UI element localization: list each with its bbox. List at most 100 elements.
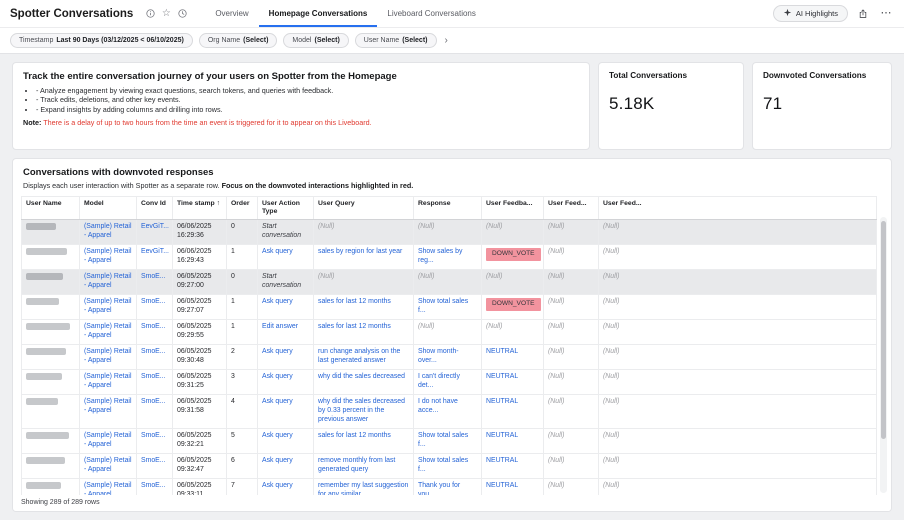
conv-id-link[interactable]: SmoE... — [141, 373, 166, 380]
tab-overview[interactable]: Overview — [205, 0, 258, 27]
table-row[interactable]: (Sample) Retail - ApparelSmoE...06/05/20… — [22, 320, 877, 345]
conv-id-link[interactable]: EevGiT... — [141, 248, 169, 255]
column-header-time-stamp[interactable]: Time stamp↑ — [173, 197, 227, 220]
user-query-link[interactable]: sales for last 12 months — [318, 432, 391, 439]
column-header-user-feedba[interactable]: User Feedba... — [482, 197, 544, 220]
null-value: (Null) — [603, 223, 619, 230]
column-header-order[interactable]: Order — [227, 197, 258, 220]
filter-chip-timestamp[interactable]: TimestampLast 90 Days (03/12/2025 < 06/1… — [10, 33, 193, 48]
share-icon-button[interactable] — [855, 6, 871, 22]
table-row[interactable]: (Sample) Retail - ApparelEevGiT...06/06/… — [22, 220, 877, 245]
column-header-user-feed[interactable]: User Feed... — [599, 197, 877, 220]
response-link[interactable]: Show total sales f... — [418, 432, 468, 448]
column-header-user-name[interactable]: User Name — [22, 197, 80, 220]
scrollbar-thumb[interactable] — [881, 221, 886, 439]
null-value: (Null) — [603, 323, 619, 330]
order-cell: 1 — [227, 320, 258, 345]
conv-id-link[interactable]: SmoE... — [141, 398, 166, 405]
user-query-link[interactable]: sales by region for last year — [318, 248, 402, 255]
table-row[interactable]: (Sample) Retail - ApparelSmoE...06/05/20… — [22, 295, 877, 320]
conv-id-link[interactable]: SmoE... — [141, 273, 166, 280]
tab-liveboard-conversations[interactable]: Liveboard Conversations — [377, 0, 486, 27]
filter-chip-user-name[interactable]: User Name(Select) — [355, 33, 437, 48]
model-link[interactable]: (Sample) Retail - Apparel — [84, 398, 131, 414]
null-value: (Null) — [548, 273, 564, 280]
table-row[interactable]: (Sample) Retail - ApparelSmoE...06/05/20… — [22, 428, 877, 453]
table-row[interactable]: (Sample) Retail - ApparelSmoE...06/05/20… — [22, 369, 877, 394]
model-link[interactable]: (Sample) Retail - Apparel — [84, 432, 131, 448]
user-feedback-2-cell: (Null) — [544, 478, 599, 495]
user-query-link[interactable]: remove monthly from last generated query — [318, 457, 395, 473]
user-query-link[interactable]: why did the sales decreased by 0.33 perc… — [318, 398, 405, 423]
user-query-link[interactable]: why did the sales decreased — [318, 373, 405, 380]
vertical-scrollbar[interactable] — [880, 217, 887, 493]
column-header-response[interactable]: Response — [414, 197, 482, 220]
downvote-badge: DOWN_VOTE — [486, 248, 541, 261]
user-feedback-cell: NEUTRAL — [482, 369, 544, 394]
model-link[interactable]: (Sample) Retail - Apparel — [84, 323, 131, 339]
model-link[interactable]: (Sample) Retail - Apparel — [84, 223, 131, 239]
table-row[interactable]: (Sample) Retail - ApparelSmoE...06/05/20… — [22, 394, 877, 428]
user-feedback-2-cell: (Null) — [544, 295, 599, 320]
user-query-link[interactable]: sales for last 12 months — [318, 298, 391, 305]
model-link[interactable]: (Sample) Retail - Apparel — [84, 273, 131, 289]
response-link[interactable]: Show month-over... — [418, 348, 459, 364]
filter-chip-model[interactable]: Model(Select) — [283, 33, 348, 48]
model-link[interactable]: (Sample) Retail - Apparel — [84, 457, 131, 473]
filter-chip-org-name[interactable]: Org Name(Select) — [199, 33, 278, 48]
conv-id-link[interactable]: SmoE... — [141, 298, 166, 305]
action-link[interactable]: Ask query — [262, 298, 293, 305]
table-row[interactable]: (Sample) Retail - ApparelEevGiT...06/06/… — [22, 245, 877, 270]
response-link[interactable]: I do not have acce... — [418, 398, 458, 414]
response-link[interactable]: Thank you for you... — [418, 482, 460, 495]
star-icon[interactable]: ☆ — [159, 7, 173, 21]
conv-id-link[interactable]: SmoE... — [141, 348, 166, 355]
conv-id-link[interactable]: SmoE... — [141, 457, 166, 464]
user-query-link[interactable]: sales for last 12 months — [318, 323, 391, 330]
column-header-user-action-type[interactable]: User Action Type — [258, 197, 314, 220]
timestamp-date: 06/05/2025 — [177, 348, 222, 357]
table-row[interactable]: (Sample) Retail - ApparelSmoE...06/05/20… — [22, 270, 877, 295]
filters-overflow-chevron[interactable]: › — [443, 36, 450, 46]
overview-card: Track the entire conversation journey of… — [12, 62, 590, 150]
conv-id-link[interactable]: SmoE... — [141, 432, 166, 439]
table-row[interactable]: (Sample) Retail - ApparelSmoE...06/05/20… — [22, 453, 877, 478]
action-link[interactable]: Ask query — [262, 398, 293, 405]
order-cell: 7 — [227, 478, 258, 495]
model-link[interactable]: (Sample) Retail - Apparel — [84, 298, 131, 314]
action-link[interactable]: Ask query — [262, 248, 293, 255]
column-header-user-query[interactable]: User Query — [314, 197, 414, 220]
response-link[interactable]: Show sales by reg... — [418, 248, 462, 264]
user-query-link[interactable]: remember my last suggestion for any simi… — [318, 482, 408, 495]
action-link[interactable]: Ask query — [262, 348, 293, 355]
column-header-model[interactable]: Model — [80, 197, 137, 220]
conv-id-link[interactable]: SmoE... — [141, 482, 166, 489]
model-link[interactable]: (Sample) Retail - Apparel — [84, 248, 131, 264]
response-link[interactable]: I can't directly det... — [418, 373, 460, 389]
info-icon[interactable] — [143, 7, 157, 21]
conv-id-link[interactable]: SmoE... — [141, 323, 166, 330]
ai-highlights-button[interactable]: AI Highlights — [773, 5, 848, 22]
table-row[interactable]: (Sample) Retail - ApparelSmoE...06/05/20… — [22, 478, 877, 495]
timestamp-time: 16:29:36 — [177, 232, 222, 241]
user-feedback-cell: NEUTRAL — [482, 394, 544, 428]
column-header-user-feed[interactable]: User Feed... — [544, 197, 599, 220]
response-link[interactable]: Show total sales f... — [418, 457, 468, 473]
action-link[interactable]: Ask query — [262, 482, 293, 489]
more-options-button[interactable]: ⋯ — [878, 6, 894, 22]
action-link[interactable]: Ask query — [262, 373, 293, 380]
column-header-conv-id[interactable]: Conv Id — [137, 197, 173, 220]
response-link[interactable]: Show total sales f... — [418, 298, 468, 314]
tab-homepage-conversations[interactable]: Homepage Conversations — [259, 0, 378, 27]
action-link[interactable]: Ask query — [262, 457, 293, 464]
user-query-link[interactable]: run change analysis on the last generate… — [318, 348, 400, 364]
action-link[interactable]: Ask query — [262, 432, 293, 439]
model-link[interactable]: (Sample) Retail - Apparel — [84, 482, 131, 495]
null-value: (Null) — [548, 348, 564, 355]
model-link[interactable]: (Sample) Retail - Apparel — [84, 348, 131, 364]
table-row[interactable]: (Sample) Retail - Apparel SmoE... 06/05/20… — [22, 345, 877, 370]
model-link[interactable]: (Sample) Retail - Apparel — [84, 373, 131, 389]
action-link[interactable]: Edit answer — [262, 323, 298, 330]
schedule-icon[interactable] — [175, 7, 189, 21]
conv-id-link[interactable]: EevGiT... — [141, 223, 169, 230]
